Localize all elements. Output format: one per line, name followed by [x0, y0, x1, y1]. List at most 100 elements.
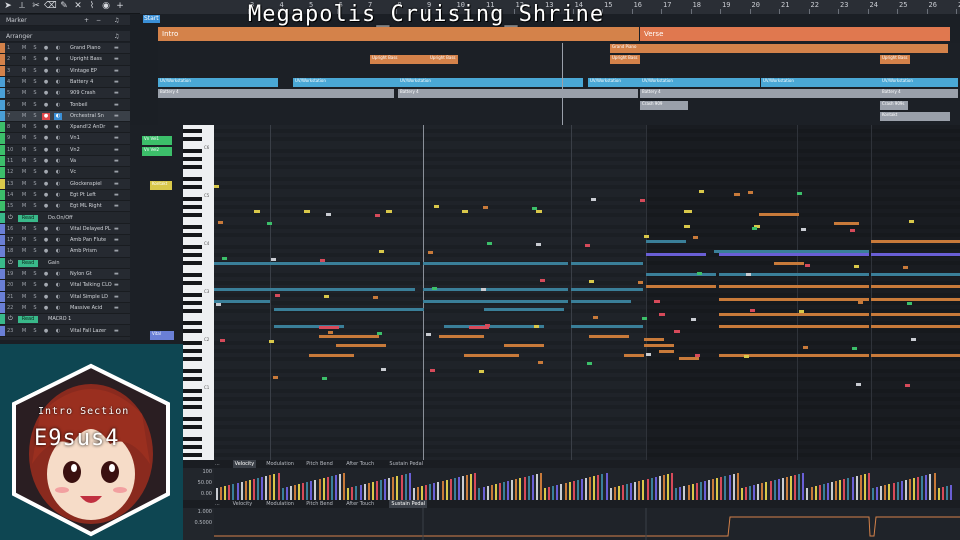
midi-note[interactable]: [269, 340, 274, 343]
midi-note[interactable]: [538, 361, 543, 364]
monitor-button[interactable]: ◐: [54, 45, 62, 52]
midi-note[interactable]: [218, 221, 223, 224]
midi-note[interactable]: [322, 377, 327, 380]
solo-button[interactable]: S: [31, 135, 39, 142]
velocity-bar[interactable]: [400, 475, 403, 500]
midi-note[interactable]: [222, 257, 227, 260]
velocity-bar[interactable]: [658, 476, 661, 500]
midi-note[interactable]: [659, 350, 674, 353]
velocity-bar[interactable]: [925, 475, 928, 500]
velocity-bar[interactable]: [757, 484, 760, 500]
midi-note[interactable]: [326, 213, 331, 216]
velocity-bar[interactable]: [314, 480, 317, 500]
mute-button[interactable]: M: [20, 305, 28, 312]
instrument-icon[interactable]: ▬: [114, 135, 119, 141]
midi-note[interactable]: [589, 335, 629, 338]
monitor-button[interactable]: ◐: [54, 147, 62, 154]
arrangement-clip[interactable]: Upright Bass: [428, 55, 458, 65]
lane-tab[interactable]: After Touch: [346, 460, 374, 468]
velocity-bar[interactable]: [634, 482, 637, 500]
range-tool-icon[interactable]: ⟂: [16, 1, 28, 12]
velocity-bar[interactable]: [892, 483, 895, 500]
midi-note[interactable]: [750, 309, 755, 312]
velocity-bar[interactable]: [560, 484, 563, 500]
midi-note[interactable]: [534, 325, 539, 328]
velocity-bar[interactable]: [535, 474, 538, 500]
velocity-bar[interactable]: [580, 479, 583, 500]
mute-button[interactable]: M: [20, 282, 28, 289]
track-header[interactable]: 6 M S ● ◐ Tonbeil ▬: [0, 99, 130, 111]
midi-note[interactable]: [646, 253, 706, 256]
black-key[interactable]: [183, 341, 202, 345]
record-button[interactable]: ●: [42, 226, 50, 233]
midi-note[interactable]: [324, 295, 329, 298]
monitor-button[interactable]: ◐: [54, 90, 62, 97]
velocity-bar[interactable]: [416, 487, 419, 500]
record-button[interactable]: ●: [42, 112, 50, 120]
black-key[interactable]: [183, 437, 202, 441]
black-key[interactable]: [183, 389, 202, 393]
lane-tab[interactable]: ...: [215, 460, 220, 468]
instrument-icon[interactable]: ▬: [114, 169, 119, 175]
velocity-bar[interactable]: [695, 483, 698, 500]
velocity-bar[interactable]: [949, 485, 952, 500]
velocity-lane[interactable]: [214, 468, 960, 500]
track-header[interactable]: 19 M S ● ◐ Nylon Gt ▬: [0, 269, 130, 281]
midi-note[interactable]: [719, 285, 869, 288]
midi-note[interactable]: [432, 287, 437, 290]
midi-note[interactable]: [214, 300, 270, 303]
mute-button[interactable]: M: [20, 158, 28, 165]
automation-read-button[interactable]: Read: [18, 316, 38, 324]
mute-button[interactable]: M: [20, 271, 28, 278]
arrangement-clip[interactable]: Vital: [150, 331, 174, 340]
mute-button[interactable]: M: [20, 90, 28, 97]
velocity-bar[interactable]: [712, 479, 715, 500]
record-button[interactable]: ●: [42, 68, 50, 75]
velocity-bar[interactable]: [531, 475, 534, 500]
monitor-button[interactable]: ◐: [54, 226, 62, 233]
arrangement-clip[interactable]: Crash 909: [640, 100, 688, 110]
mute-button[interactable]: M: [20, 147, 28, 154]
record-button[interactable]: ●: [42, 181, 50, 188]
automation-power-icon[interactable]: ⏻: [8, 315, 13, 323]
solo-button[interactable]: S: [31, 169, 39, 176]
track-header[interactable]: ⏻ Read Gain: [0, 257, 130, 269]
record-button[interactable]: ●: [42, 203, 50, 210]
arrangement-clip[interactable]: UV/Workstation: [158, 77, 278, 87]
velocity-bar[interactable]: [568, 482, 571, 500]
automation-read-button[interactable]: Read: [18, 214, 38, 222]
automation-power-icon[interactable]: ⏻: [8, 214, 13, 222]
velocity-bar[interactable]: [794, 475, 797, 500]
midi-note[interactable]: [646, 273, 716, 276]
midi-note[interactable]: [270, 262, 420, 265]
velocity-bar[interactable]: [777, 479, 780, 500]
automation-power-icon[interactable]: ⏻: [8, 259, 13, 267]
add-track-icon[interactable]: +: [114, 1, 126, 12]
velocity-bar[interactable]: [359, 485, 362, 500]
midi-note[interactable]: [907, 302, 912, 305]
midi-note[interactable]: [434, 205, 439, 208]
velocity-bar[interactable]: [257, 478, 259, 500]
velocity-bar[interactable]: [388, 478, 391, 500]
black-key[interactable]: [183, 425, 202, 429]
solo-button[interactable]: S: [31, 237, 39, 244]
midi-note[interactable]: [304, 210, 310, 213]
arrangement-clip[interactable]: UV/Workstation: [640, 77, 760, 87]
midi-note[interactable]: [485, 324, 490, 327]
midi-note[interactable]: [373, 296, 378, 299]
instrument-icon[interactable]: ▬: [114, 226, 119, 232]
black-key[interactable]: [183, 129, 202, 133]
mute-button[interactable]: M: [20, 203, 28, 210]
listen-tool-icon[interactable]: ◉: [100, 1, 112, 12]
midi-note[interactable]: [423, 288, 568, 291]
velocity-bar[interactable]: [519, 478, 522, 500]
midi-note[interactable]: [462, 210, 468, 213]
velocity-bar[interactable]: [224, 486, 227, 500]
track-header[interactable]: 22 M S ● ◐ Massive Acid ▬: [0, 302, 130, 315]
monitor-button[interactable]: ◐: [54, 237, 62, 244]
solo-button[interactable]: S: [31, 248, 39, 255]
velocity-bar[interactable]: [904, 480, 907, 500]
velocity-bar[interactable]: [351, 487, 354, 500]
mute-button[interactable]: M: [20, 248, 28, 255]
black-key[interactable]: [183, 281, 202, 285]
